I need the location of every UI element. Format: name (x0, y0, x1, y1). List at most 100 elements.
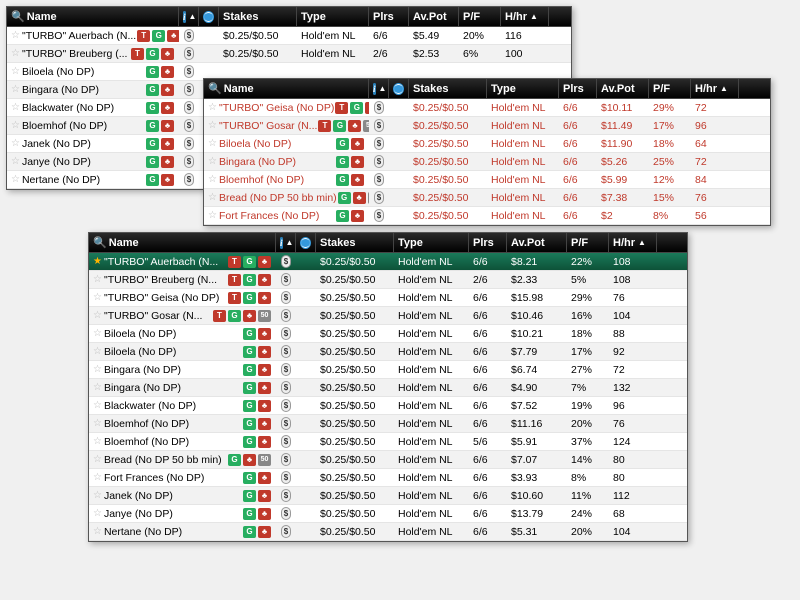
dollar-icon: $ (374, 155, 384, 168)
col-type[interactable]: Type (394, 233, 469, 252)
table-row[interactable]: ☆ Bloemhof (No DP) G♣ $ $0.25/$0.50 Hold… (89, 415, 687, 433)
col-stakes[interactable]: Stakes (316, 233, 394, 252)
col-plrs[interactable]: Plrs (559, 79, 597, 98)
star-icon[interactable]: ☆ (11, 120, 20, 131)
table-row[interactable]: ☆ Janek (No DP) G♣ $ $0.25/$0.50 Hold'em… (89, 487, 687, 505)
col-name[interactable]: 🔍Name (89, 233, 276, 252)
search-icon[interactable]: 🔍 (208, 82, 222, 95)
table-row[interactable]: ★ "TURBO" Auerbach (N... TG♣ $ $0.25/$0.… (89, 253, 687, 271)
star-icon[interactable]: ☆ (208, 102, 217, 113)
cell-name: ☆ Biloela (No DP) G♣ (89, 328, 276, 340)
col-hhr[interactable]: H/hr▲ (609, 233, 657, 252)
table-row[interactable]: ☆ "TURBO" Auerbach (N... TG♣ $ $0.25/$0.… (7, 27, 571, 45)
col-stakes[interactable]: Stakes (409, 79, 487, 98)
table-row[interactable]: ☆ Bingara (No DP) G♣ $ $0.25/$0.50 Hold'… (204, 153, 770, 171)
table-row[interactable]: ☆ Fort Frances (No DP) G♣ $ $0.25/$0.50 … (89, 469, 687, 487)
col-hhr[interactable]: H/hr▲ (691, 79, 739, 98)
col-pf[interactable]: P/F (459, 7, 501, 26)
star-icon[interactable]: ☆ (11, 102, 20, 113)
table-row[interactable]: ☆ Bread (No DP 50 bb min) G♣50 $ $0.25/$… (89, 451, 687, 469)
star-icon[interactable]: ☆ (93, 526, 102, 537)
table-row[interactable]: ☆ "TURBO" Gosar (N... TG♣50 $ $0.25/$0.5… (204, 117, 770, 135)
col-info[interactable]: i▲ (369, 79, 389, 98)
star-icon[interactable]: ☆ (93, 292, 102, 303)
table-row[interactable]: ☆ Nertane (No DP) G♣ $ $0.25/$0.50 Hold'… (89, 523, 687, 541)
star-icon[interactable]: ☆ (11, 84, 20, 95)
col-type[interactable]: Type (297, 7, 369, 26)
table-row[interactable]: ☆ "TURBO" Gosar (N... TG♣50 $ $0.25/$0.5… (89, 307, 687, 325)
col-region[interactable] (296, 233, 316, 252)
search-icon[interactable]: 🔍 (11, 10, 25, 23)
table-row[interactable]: ☆ "TURBO" Geisa (No DP) TG♣ $ $0.25/$0.5… (204, 99, 770, 117)
star-icon[interactable]: ☆ (93, 382, 102, 393)
star-icon[interactable]: ☆ (93, 436, 102, 447)
col-info[interactable]: i▲ (179, 7, 199, 26)
star-icon[interactable]: ☆ (93, 454, 102, 465)
table-row[interactable]: ☆ Bingara (No DP) G♣ $ $0.25/$0.50 Hold'… (89, 361, 687, 379)
table-row[interactable]: ☆ "TURBO" Breuberg (N... TG♣ $ $0.25/$0.… (89, 271, 687, 289)
table-row[interactable]: ☆ Bloemhof (No DP) G♣ $ $0.25/$0.50 Hold… (89, 433, 687, 451)
badge-g-icon: G (333, 120, 346, 132)
cell-name: ☆ Biloela (No DP) G♣ (7, 66, 179, 78)
star-icon[interactable]: ☆ (93, 346, 102, 357)
star-icon[interactable]: ☆ (93, 490, 102, 501)
col-name[interactable]: 🔍Name (7, 7, 179, 26)
col-avpot[interactable]: Av.Pot (597, 79, 649, 98)
col-plrs[interactable]: Plrs (469, 233, 507, 252)
table-row[interactable]: ☆ Fort Frances (No DP) G♣ $ $0.25/$0.50 … (204, 207, 770, 225)
table-row[interactable]: ☆ Biloela (No DP) G♣ $ $0.25/$0.50 Hold'… (89, 325, 687, 343)
col-avpot[interactable]: Av.Pot (507, 233, 567, 252)
star-icon[interactable]: ☆ (93, 310, 102, 321)
star-icon[interactable]: ☆ (93, 472, 102, 483)
star-icon[interactable]: ☆ (11, 48, 20, 59)
star-icon[interactable]: ☆ (11, 174, 20, 185)
col-pf[interactable]: P/F (567, 233, 609, 252)
star-icon[interactable]: ☆ (208, 156, 217, 167)
table-name: Janek (No DP) (104, 490, 173, 502)
col-name[interactable]: 🔍Name (204, 79, 369, 98)
star-icon[interactable]: ☆ (93, 508, 102, 519)
star-icon[interactable]: ☆ (93, 400, 102, 411)
star-icon[interactable]: ☆ (93, 364, 102, 375)
cell-hhr: 68 (609, 508, 657, 520)
cell-hhr: 76 (609, 292, 657, 304)
star-icon[interactable]: ☆ (208, 138, 217, 149)
col-region[interactable] (199, 7, 219, 26)
cell-stakes: $0.25/$0.50 (316, 418, 394, 430)
star-icon[interactable]: ☆ (93, 328, 102, 339)
star-icon[interactable]: ★ (93, 256, 102, 267)
col-stakes[interactable]: Stakes (219, 7, 297, 26)
table-row[interactable]: ☆ Biloela (No DP) G♣ $ $0.25/$0.50 Hold'… (204, 135, 770, 153)
table-row[interactable]: ☆ Blackwater (No DP) G♣ $ $0.25/$0.50 Ho… (89, 397, 687, 415)
star-icon[interactable]: ☆ (93, 274, 102, 285)
cell-currency: $ (369, 155, 389, 168)
star-icon[interactable]: ☆ (93, 418, 102, 429)
star-icon[interactable]: ☆ (11, 66, 20, 77)
col-region[interactable] (389, 79, 409, 98)
table-row[interactable]: ☆ Janye (No DP) G♣ $ $0.25/$0.50 Hold'em… (89, 505, 687, 523)
table-row[interactable]: ☆ Bloemhof (No DP) G♣ $ $0.25/$0.50 Hold… (204, 171, 770, 189)
dollar-icon: $ (281, 453, 291, 466)
table-row[interactable]: ☆ "TURBO" Breuberg (... TG♣ $ $0.25/$0.5… (7, 45, 571, 63)
col-plrs[interactable]: Plrs (369, 7, 409, 26)
star-icon[interactable]: ☆ (11, 156, 20, 167)
col-avpot[interactable]: Av.Pot (409, 7, 459, 26)
table-row[interactable]: ☆ Biloela (No DP) G♣ $ $0.25/$0.50 Hold'… (89, 343, 687, 361)
cell-currency: $ (276, 471, 296, 484)
star-icon[interactable]: ☆ (11, 138, 20, 149)
search-icon[interactable]: 🔍 (93, 236, 107, 249)
star-icon[interactable]: ☆ (11, 30, 20, 41)
col-pf[interactable]: P/F (649, 79, 691, 98)
star-icon[interactable]: ☆ (208, 174, 217, 185)
table-row[interactable]: ☆ Bread (No DP 50 bb min) G♣50 $ $0.25/$… (204, 189, 770, 207)
col-info[interactable]: i▲ (276, 233, 296, 252)
table-row[interactable]: ☆ Bingara (No DP) G♣ $ $0.25/$0.50 Hold'… (89, 379, 687, 397)
cell-stakes: $0.25/$0.50 (409, 102, 487, 114)
cell-avpot: $10.21 (507, 328, 567, 340)
star-icon[interactable]: ☆ (208, 192, 217, 203)
star-icon[interactable]: ☆ (208, 120, 217, 131)
table-row[interactable]: ☆ "TURBO" Geisa (No DP) TG♣ $ $0.25/$0.5… (89, 289, 687, 307)
col-hhr[interactable]: H/hr▲ (501, 7, 549, 26)
star-icon[interactable]: ☆ (208, 210, 217, 221)
col-type[interactable]: Type (487, 79, 559, 98)
